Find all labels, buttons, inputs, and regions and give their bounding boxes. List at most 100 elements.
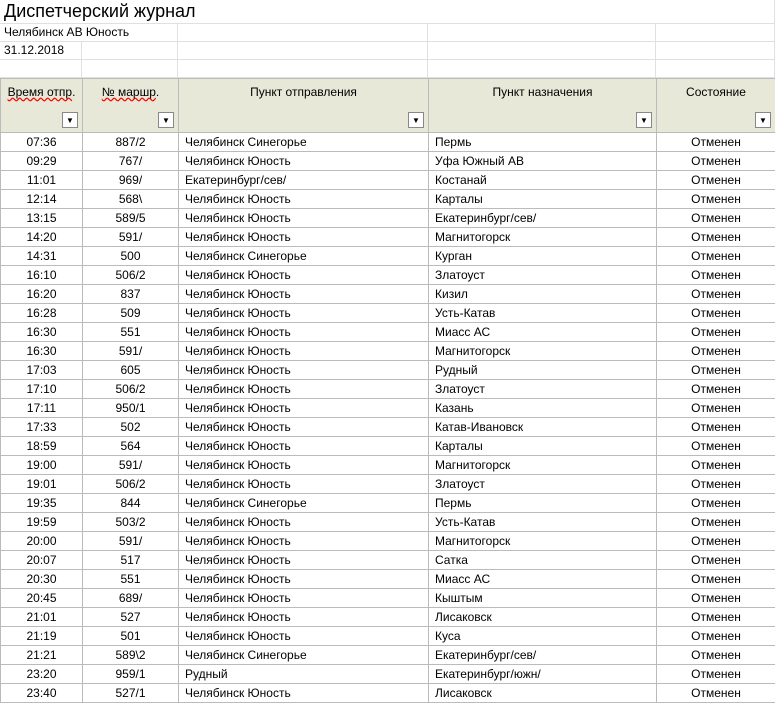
cell-status: Отменен xyxy=(657,684,775,703)
cell-departure: Челябинск Юность xyxy=(179,342,429,361)
cell-departure: Челябинск Юность xyxy=(179,437,429,456)
cell-destination: Магнитогорск xyxy=(429,532,657,551)
cell-route: 589/5 xyxy=(83,209,179,228)
table-row: 16:30591/Челябинск ЮностьМагнитогорскОтм… xyxy=(1,342,775,361)
filter-dropdown-icon[interactable]: ▼ xyxy=(636,112,652,128)
cell-departure: Челябинск Юность xyxy=(179,551,429,570)
cell-departure: Челябинск Юность xyxy=(179,513,429,532)
cell-time: 21:21 xyxy=(1,646,83,665)
cell-status: Отменен xyxy=(657,627,775,646)
cell-destination: Сатка xyxy=(429,551,657,570)
cell-route: 500 xyxy=(83,247,179,266)
cell-destination: Уфа Южный АВ xyxy=(429,152,657,171)
report-date: 31.12.2018 xyxy=(0,42,82,60)
col-status-label: Состояние xyxy=(686,85,746,99)
cell-destination: Магнитогорск xyxy=(429,342,657,361)
cell-route: 837 xyxy=(83,285,179,304)
table-row: 20:30551Челябинск ЮностьМиасс АСОтменен xyxy=(1,570,775,589)
cell-time: 16:10 xyxy=(1,266,83,285)
table-row: 21:21589\2Челябинск СинегорьеЕкатеринбур… xyxy=(1,646,775,665)
table-row: 23:20959/1РудныйЕкатеринбург/южн/Отменен xyxy=(1,665,775,684)
cell-route: 605 xyxy=(83,361,179,380)
cell-status: Отменен xyxy=(657,551,775,570)
dispatch-table: Время отпр. ▼ № маршр. ▼ Пункт отправлен… xyxy=(0,78,775,703)
cell-departure: Челябинск Юность xyxy=(179,684,429,703)
cell-destination: Лисаковск xyxy=(429,608,657,627)
table-row: 16:28509Челябинск ЮностьУсть-КатавОтмене… xyxy=(1,304,775,323)
cell-time: 17:33 xyxy=(1,418,83,437)
cell-route: 689/ xyxy=(83,589,179,608)
cell-departure: Челябинск Юность xyxy=(179,228,429,247)
table-row: 19:01506/2Челябинск ЮностьЗлатоустОтмене… xyxy=(1,475,775,494)
cell-route: 503/2 xyxy=(83,513,179,532)
filter-dropdown-icon[interactable]: ▼ xyxy=(408,112,424,128)
cell-status: Отменен xyxy=(657,608,775,627)
cell-route: 969/ xyxy=(83,171,179,190)
cell-destination: Кизил xyxy=(429,285,657,304)
cell-status: Отменен xyxy=(657,171,775,190)
cell-status: Отменен xyxy=(657,418,775,437)
cell-route: 589\2 xyxy=(83,646,179,665)
cell-destination: Курган xyxy=(429,247,657,266)
filter-dropdown-icon[interactable]: ▼ xyxy=(755,112,771,128)
cell-departure: Челябинск Юность xyxy=(179,532,429,551)
cell-departure: Екатеринбург/сев/ xyxy=(179,171,429,190)
cell-status: Отменен xyxy=(657,513,775,532)
cell-destination: Усть-Катав xyxy=(429,304,657,323)
table-row: 20:45689/Челябинск ЮностьКыштымОтменен xyxy=(1,589,775,608)
cell-time: 13:15 xyxy=(1,209,83,228)
filter-dropdown-icon[interactable]: ▼ xyxy=(62,112,78,128)
table-row: 11:01969/Екатеринбург/сев/КостанайОтмене… xyxy=(1,171,775,190)
cell-destination: Лисаковск xyxy=(429,684,657,703)
cell-departure: Челябинск Юность xyxy=(179,209,429,228)
cell-departure: Челябинск Юность xyxy=(179,608,429,627)
cell-status: Отменен xyxy=(657,437,775,456)
cell-time: 18:59 xyxy=(1,437,83,456)
cell-time: 17:10 xyxy=(1,380,83,399)
col-route-label: № маршр xyxy=(102,85,156,99)
cell-destination: Куса xyxy=(429,627,657,646)
cell-destination: Златоуст xyxy=(429,475,657,494)
cell-destination: Екатеринбург/сев/ xyxy=(429,646,657,665)
cell-status: Отменен xyxy=(657,456,775,475)
cell-destination: Казань xyxy=(429,399,657,418)
cell-status: Отменен xyxy=(657,532,775,551)
cell-route: 591/ xyxy=(83,228,179,247)
cell-destination: Екатеринбург/сев/ xyxy=(429,209,657,228)
col-header-route: № маршр. ▼ xyxy=(83,79,179,133)
cell-route: 501 xyxy=(83,627,179,646)
table-row: 23:40527/1Челябинск ЮностьЛисаковскОтмен… xyxy=(1,684,775,703)
cell-time: 21:01 xyxy=(1,608,83,627)
cell-time: 19:59 xyxy=(1,513,83,532)
cell-departure: Челябинск Юность xyxy=(179,475,429,494)
cell-departure: Челябинск Синегорье xyxy=(179,494,429,513)
cell-departure: Челябинск Юность xyxy=(179,380,429,399)
cell-departure: Челябинск Юность xyxy=(179,570,429,589)
cell-time: 16:30 xyxy=(1,323,83,342)
cell-route: 506/2 xyxy=(83,380,179,399)
cell-departure: Челябинск Юность xyxy=(179,190,429,209)
cell-status: Отменен xyxy=(657,570,775,589)
filter-dropdown-icon[interactable]: ▼ xyxy=(158,112,174,128)
cell-status: Отменен xyxy=(657,589,775,608)
header-area: Диспетчерский журнал Челябинск АВ Юность… xyxy=(0,0,775,78)
table-row: 19:00591/Челябинск ЮностьМагнитогорскОтм… xyxy=(1,456,775,475)
cell-destination: Миасс АС xyxy=(429,323,657,342)
cell-destination: Магнитогорск xyxy=(429,456,657,475)
cell-status: Отменен xyxy=(657,209,775,228)
cell-destination: Златоуст xyxy=(429,380,657,399)
table-row: 18:59564Челябинск ЮностьКарталыОтменен xyxy=(1,437,775,456)
cell-route: 568\ xyxy=(83,190,179,209)
cell-route: 502 xyxy=(83,418,179,437)
cell-departure: Челябинск Юность xyxy=(179,418,429,437)
cell-departure: Челябинск Юность xyxy=(179,399,429,418)
table-row: 17:33502Челябинск ЮностьКатав-ИвановскОт… xyxy=(1,418,775,437)
cell-time: 12:14 xyxy=(1,190,83,209)
cell-status: Отменен xyxy=(657,342,775,361)
table-row: 17:10506/2Челябинск ЮностьЗлатоустОтмене… xyxy=(1,380,775,399)
cell-time: 21:19 xyxy=(1,627,83,646)
table-header-row: Время отпр. ▼ № маршр. ▼ Пункт отправлен… xyxy=(1,79,775,133)
table-row: 19:35844Челябинск СинегорьеПермьОтменен xyxy=(1,494,775,513)
cell-route: 887/2 xyxy=(83,133,179,152)
cell-status: Отменен xyxy=(657,475,775,494)
